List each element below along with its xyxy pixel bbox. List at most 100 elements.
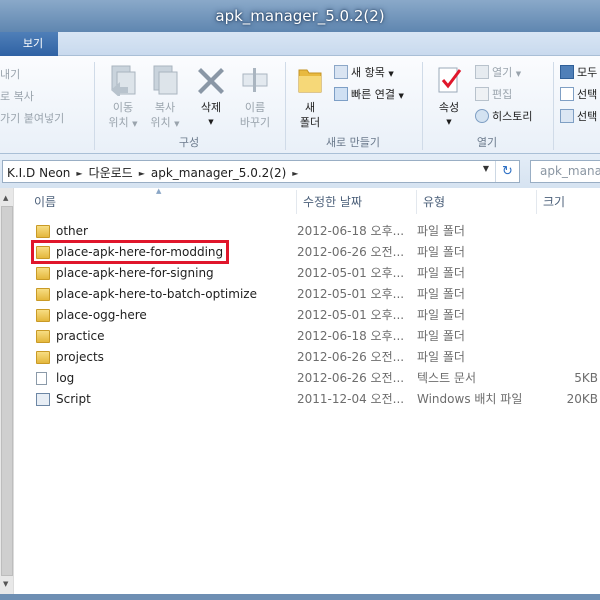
open-group-label: 열기 <box>476 136 498 149</box>
properties-caret: ▼ <box>446 118 452 126</box>
column-size[interactable]: 크기 <box>537 190 600 214</box>
properties-label: 속성 <box>438 101 460 114</box>
column-modified-label: 수정한 날짜 <box>303 195 363 209</box>
select-all-button[interactable]: 모두 <box>560 64 597 80</box>
breadcrumb-item[interactable]: 다운로드 <box>89 166 133 180</box>
rename-label-2: 바꾸기 <box>239 116 271 129</box>
new-group-label: 새로 만들기 <box>325 136 381 149</box>
folder-icon <box>36 288 50 301</box>
scroll-down-icon[interactable]: ▼ <box>3 580 8 588</box>
delete-button[interactable]: 삭제 ▼ <box>191 64 231 130</box>
table-row[interactable]: place-apk-here-for-modding 2012-06-26 오전.… <box>14 240 600 264</box>
new-folder-icon <box>298 69 322 93</box>
breadcrumb-chevron-icon[interactable]: ► <box>139 169 145 178</box>
column-type-label: 유형 <box>423 195 446 209</box>
breadcrumb-chevron-icon[interactable]: ► <box>292 169 298 178</box>
file-type: 파일 폴더 <box>417 224 465 238</box>
table-row[interactable]: place-apk-here-to-batch-optimize 2012-05-… <box>14 284 600 305</box>
breadcrumb-item[interactable]: K.I.D Neon <box>7 166 70 180</box>
ribbon-paste-shortcut-label: 가기 붙여넣기 <box>0 112 65 125</box>
new-folder-label-1: 새 <box>304 101 316 114</box>
ribbon-copy-path[interactable]: 로 복사 <box>0 88 34 104</box>
table-row[interactable]: other 2012-06-18 오후... 파일 폴더 <box>14 221 600 242</box>
move-to-button[interactable]: 이동 위치 ▼ <box>103 64 143 132</box>
copy-to-icon <box>153 65 178 95</box>
column-type[interactable]: 유형 <box>417 190 537 214</box>
file-size: 5KB <box>574 371 598 385</box>
file-name: other <box>56 224 88 238</box>
tab-view-label: 보기 <box>22 37 44 50</box>
address-bar[interactable]: K.I.D Neon ► 다운로드 ► apk_manager_5.0.2(2) ► ▼ … <box>2 160 520 183</box>
select-none-label: 선택 <box>577 88 598 101</box>
folder-icon <box>36 309 50 322</box>
window-bottom-border <box>0 594 600 600</box>
nav-pane-scrollbar[interactable]: ▲ ▼ <box>0 188 14 594</box>
folder-icon <box>36 225 50 238</box>
batch-file-icon <box>36 393 50 406</box>
column-name[interactable]: 이름 <box>28 190 297 214</box>
file-type: 파일 폴더 <box>417 245 465 259</box>
file-name: projects <box>56 350 104 364</box>
easy-access-icon <box>334 87 348 101</box>
select-none-button[interactable]: 선택 <box>560 86 597 102</box>
select-all-icon <box>560 65 574 79</box>
ribbon-cut[interactable]: 내기 <box>0 66 20 82</box>
file-modified: 2012-05-01 오후... <box>297 266 405 280</box>
tab-view[interactable]: 보기 <box>0 32 58 56</box>
ribbon-group-new: 새 폴더 새 항목 ▼ 빠른 연결 ▼ 새로 만들기 <box>286 56 420 154</box>
title-bar: apk_manager_5.0.2(2) <box>0 0 600 32</box>
edit-button[interactable]: 편집 <box>475 86 512 102</box>
breadcrumb-item[interactable]: apk_manager_5.0.2(2) <box>151 166 286 180</box>
file-name: log <box>56 371 75 385</box>
copy-to-button[interactable]: 복사 위치 ▼ <box>145 64 185 132</box>
new-item-button[interactable]: 새 항목 ▼ <box>334 64 394 80</box>
table-row[interactable]: Script 2011-12-04 오전... Windows 배치 파일 20KB <box>14 389 600 410</box>
ribbon-group-open: 속성 ▼ 열기 ▼ 편집 히스토리 열기 <box>423 56 551 154</box>
table-row[interactable]: projects 2012-06-26 오전... 파일 폴더 <box>14 347 600 368</box>
text-file-icon <box>36 372 47 385</box>
file-type: 파일 폴더 <box>417 287 465 301</box>
new-folder-label-2: 폴더 <box>299 116 321 129</box>
search-input[interactable]: apk_manag <box>530 160 600 183</box>
easy-access-button[interactable]: 빠른 연결 ▼ <box>334 86 404 102</box>
copy-to-label-2: 위치 ▼ <box>150 116 180 129</box>
ribbon-group-organize: 이동 위치 ▼ 복사 위치 ▼ 삭제 ▼ 이름 바꾸기 구성 <box>95 56 283 154</box>
new-folder-button[interactable]: 새 폴더 <box>292 64 328 130</box>
table-row[interactable]: place-apk-here-for-signing 2012-05-01 오후.… <box>14 263 600 284</box>
table-row[interactable]: log 2012-06-26 오전... 텍스트 문서 5KB <box>14 368 600 389</box>
file-modified: 2011-12-04 오전... <box>297 392 405 406</box>
refresh-icon[interactable]: ↻ <box>495 161 519 182</box>
column-name-label: 이름 <box>34 195 57 209</box>
ribbon-cut-label: 내기 <box>0 68 21 81</box>
new-item-label: 새 항목 <box>351 66 385 79</box>
file-modified: 2012-05-01 오후... <box>297 287 405 301</box>
table-row[interactable]: place-ogg-here 2012-05-01 오후... 파일 폴더 <box>14 305 600 326</box>
ribbon-copy-path-label: 로 복사 <box>0 90 34 103</box>
scrollbar-thumb[interactable] <box>1 206 13 576</box>
table-row[interactable]: practice 2012-06-18 오후... 파일 폴더 <box>14 326 600 347</box>
breadcrumb-chevron-icon[interactable]: ► <box>76 169 82 178</box>
scroll-up-icon[interactable]: ▲ <box>3 194 8 202</box>
open-icon <box>475 65 489 79</box>
ribbon-paste-shortcut[interactable]: 가기 붙여넣기 <box>0 110 64 126</box>
open-button[interactable]: 열기 ▼ <box>475 64 521 80</box>
address-dropdown-icon[interactable]: ▼ <box>483 164 489 173</box>
invert-selection-button[interactable]: 선택 <box>560 108 597 124</box>
file-type: 파일 폴더 <box>417 266 465 280</box>
history-button[interactable]: 히스토리 <box>475 108 532 124</box>
delete-label: 삭제 <box>200 101 222 114</box>
rename-button[interactable]: 이름 바꾸기 <box>235 64 275 130</box>
select-none-icon <box>560 87 574 101</box>
file-name: place-ogg-here <box>56 308 147 322</box>
file-name: practice <box>56 329 105 343</box>
rename-icon <box>242 68 268 92</box>
move-to-label-1: 이동 <box>112 101 134 114</box>
search-placeholder: apk_manag <box>540 164 600 178</box>
select-all-label: 모두 <box>577 66 598 79</box>
copy-to-label-2-text: 위치 <box>150 116 171 129</box>
folder-icon <box>36 330 50 343</box>
organize-group-label: 구성 <box>178 136 200 149</box>
file-modified: 2012-06-18 오후... <box>297 329 405 343</box>
properties-button[interactable]: 속성 ▼ <box>429 64 469 130</box>
column-modified[interactable]: 수정한 날짜 <box>297 190 417 214</box>
